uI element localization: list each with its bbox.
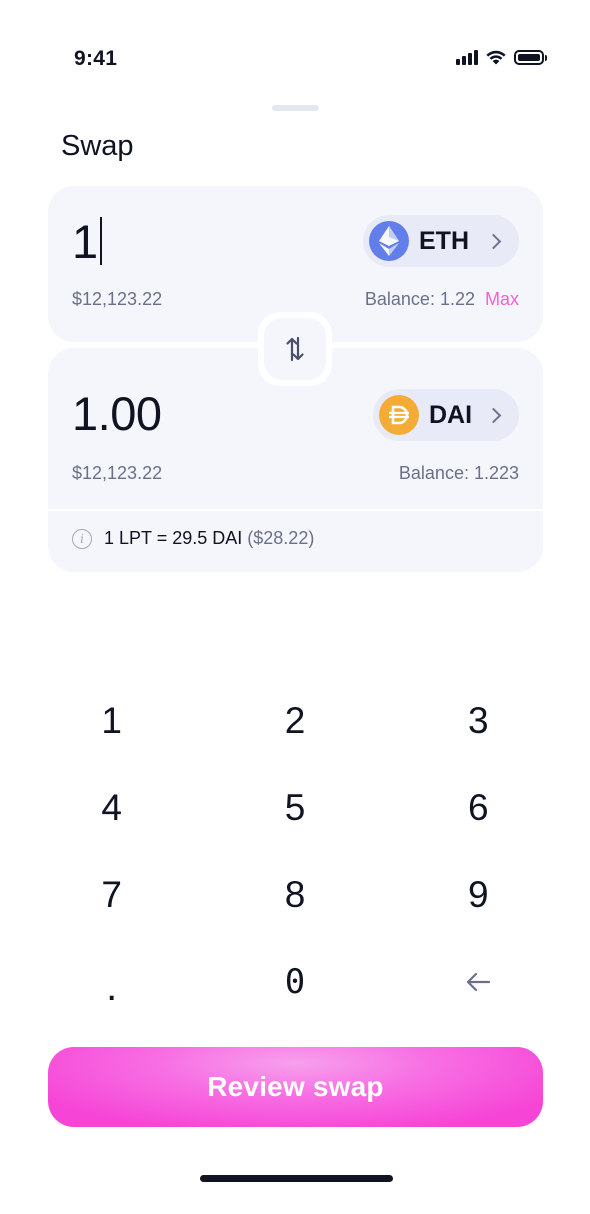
- cellular-signal-icon: [456, 49, 478, 65]
- dai-icon: [379, 395, 419, 435]
- key-7[interactable]: 7: [20, 854, 203, 941]
- key-9[interactable]: 9: [387, 854, 570, 941]
- text-caret: [99, 217, 102, 265]
- swap-arrows-icon: [264, 318, 326, 380]
- status-time: 9:41: [74, 47, 118, 70]
- to-token-selector[interactable]: DAI: [373, 389, 519, 441]
- to-token-symbol: DAI: [429, 400, 473, 429]
- key-6[interactable]: 6: [387, 767, 570, 854]
- to-amount-value[interactable]: 1.00: [72, 386, 162, 441]
- divider: [48, 509, 543, 511]
- page-title: Swap: [61, 130, 134, 162]
- to-balance: Balance: 1.223: [398, 463, 519, 483]
- wifi-icon: [486, 50, 506, 65]
- exchange-rate: i 1 LPT = 29.5 DAI ($28.22): [72, 528, 314, 549]
- chevron-right-icon: [485, 233, 502, 249]
- info-icon[interactable]: i: [72, 528, 92, 549]
- arrow-left-icon: [467, 972, 491, 991]
- key-3[interactable]: 3: [387, 680, 570, 767]
- review-swap-button[interactable]: Review swap: [48, 1047, 543, 1127]
- key-4[interactable]: 4: [20, 767, 203, 854]
- max-button[interactable]: Max: [485, 289, 519, 309]
- rate-fiat: ($28.22): [247, 528, 315, 548]
- from-balance: Balance: 1.22 Max: [364, 289, 519, 309]
- rate-text: 1 LPT = 29.5 DAI: [104, 528, 243, 548]
- sheet-grabber[interactable]: [272, 105, 319, 111]
- to-fiat-value: $12,123.22: [72, 463, 163, 483]
- from-token-symbol: ETH: [419, 226, 469, 255]
- chevron-right-icon: [485, 407, 502, 423]
- from-fiat-value: $12,123.22: [72, 289, 163, 309]
- numeric-keypad: 1 2 3 4 5 6 7 8 9 . 0: [20, 680, 570, 1028]
- key-2[interactable]: 2: [203, 680, 386, 767]
- key-0[interactable]: 0: [203, 941, 386, 1028]
- key-1[interactable]: 1: [20, 680, 203, 767]
- home-indicator: [200, 1175, 393, 1182]
- status-bar: 9:41: [0, 0, 590, 110]
- key-5[interactable]: 5: [203, 767, 386, 854]
- ethereum-icon: [369, 221, 409, 261]
- key-decimal[interactable]: .: [20, 941, 203, 1028]
- backspace-key[interactable]: [387, 941, 570, 1028]
- status-icons: [456, 49, 547, 65]
- from-amount-input[interactable]: 1: [72, 214, 102, 269]
- swap-direction-button[interactable]: [258, 312, 332, 386]
- from-token-selector[interactable]: ETH: [363, 215, 519, 267]
- battery-icon: [514, 49, 547, 65]
- key-8[interactable]: 8: [203, 854, 386, 941]
